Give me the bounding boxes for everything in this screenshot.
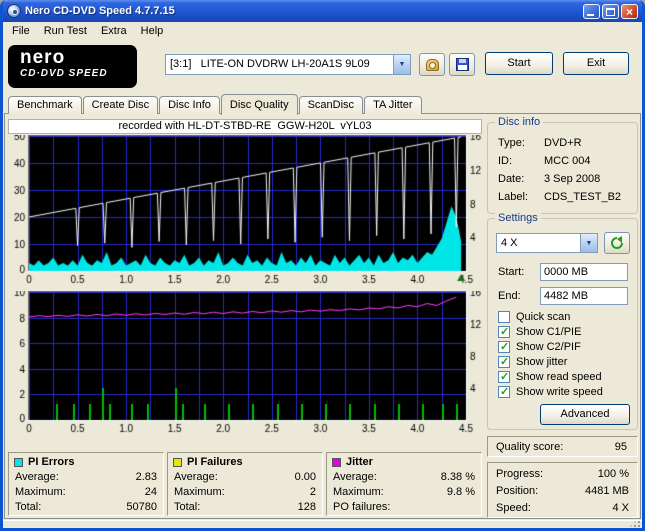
checkbox-quick-scan[interactable]: Quick scan [498,311,633,325]
checkbox-show-c1-pie[interactable]: Show C1/PIE [498,325,633,340]
stat-row: Total: 128 [174,501,316,513]
drive-selector[interactable]: [3:1] LITE-ON DVDRW LH-20A1S 9L09 ▼ [165,54,411,75]
position-row: Position: 4481 MB [496,485,629,497]
resize-grip[interactable] [629,520,642,528]
close-icon: × [625,4,633,19]
checkbox-box[interactable] [498,385,510,398]
menu-bar: File Run Test Extra Help [3,22,642,41]
window-title: Nero CD-DVD Speed 4.7.7.15 [25,5,175,17]
nero-logo-text: nero [20,47,66,68]
stat-row: Total: 50780 [15,501,157,513]
status-bar [3,520,642,528]
save-button[interactable] [449,53,475,76]
refresh-icon [611,236,623,249]
jitter-panel: Jitter Average: 8.38 % Maximum: 9.8 % PO f… [326,452,482,516]
stat-row: Average: 2.83 [15,471,157,483]
pi-errors-panel: PI Errors Average: 2.83 Maximum: 24 Total:… [8,452,164,516]
minimize-icon [587,13,594,16]
tab-ta-jitter[interactable]: TA Jitter [364,96,422,114]
app-icon [7,4,21,18]
cd-dvd-speed-logo-text: CD·DVD SPEED [20,68,108,79]
minimize-button[interactable] [583,3,600,19]
checkbox-box[interactable] [498,325,510,338]
jitter-chart-canvas [6,291,486,436]
stat-row: Average: 8.38 % [333,471,475,483]
disc-quality-panel: recorded with HL-DT-STBD-RE GGW-H20L vYL… [4,113,641,519]
app-window: Nero CD-DVD Speed 4.7.7.15 × File Run Te… [0,0,645,531]
stat-row: Maximum: 2 [174,486,316,498]
menu-item-run-test[interactable]: Run Test [37,23,94,40]
disc-info-row: ID: MCC 004 [498,155,591,167]
disc-info-group: Disc info Type: DVD+R ID: MCC 004 Date: 3 S… [487,116,638,214]
chevron-down-icon[interactable]: ▼ [580,234,597,252]
pi-failures-title: PI Failures [187,456,243,468]
checkbox-box[interactable] [498,311,510,323]
jitter-title: Jitter [346,456,373,468]
scan-speed-value: 4 X [501,237,518,249]
end-field-row: End: [498,287,628,305]
start-field[interactable] [540,263,628,281]
scan-speed-selector[interactable]: 4 X ▼ [496,233,598,253]
hand-icon [426,59,439,71]
start-button[interactable]: Start [485,52,553,75]
refresh-button[interactable] [604,232,630,254]
end-field-label: End: [498,290,521,302]
pi-errors-chart-canvas [6,135,486,287]
end-field[interactable] [540,287,628,305]
quality-score-value: 95 [614,441,627,453]
exit-button[interactable]: Exit [563,52,629,75]
toolbar: nero CD·DVD SPEED [3:1] LITE-ON DVDRW LH… [3,41,642,93]
stat-row: Maximum: 9.8 % [333,486,475,498]
pi-errors-title: PI Errors [28,456,75,468]
chevron-down-icon[interactable]: ▼ [393,55,410,74]
nero-logo: nero CD·DVD SPEED [8,45,137,88]
checkbox-box[interactable] [498,355,510,368]
tab-disc-info[interactable]: Disc Info [159,96,220,114]
maximize-icon [606,7,615,16]
menu-item-help[interactable]: Help [134,23,171,40]
settings-group: Settings 4 X ▼ Start: End: Quick scan Sh… [487,212,638,430]
title-bar: Nero CD-DVD Speed 4.7.7.15 × [3,0,642,22]
disc-info-group-title: Disc info [495,116,544,128]
tab-benchmark[interactable]: Benchmark [8,96,82,114]
quality-score-label: Quality score: [496,441,564,453]
checkbox-show-c2-pif[interactable]: Show C2/PIF [498,340,633,355]
settings-group-title: Settings [495,212,541,224]
disc-info-row: Date: 3 Sep 2008 [498,173,601,185]
progress-row: Progress: 100 % [496,468,629,480]
menu-item-file[interactable]: File [5,23,37,40]
checkbox-show-jitter[interactable]: Show jitter [498,355,633,370]
pi-failures-panel: PI Failures Average: 0.00 Maximum: 2 Total… [167,452,323,516]
stat-row: PO failures: [333,501,391,513]
tab-create-disc[interactable]: Create Disc [82,96,159,114]
checkbox-show-write-speed[interactable]: Show write speed [498,385,633,400]
quality-score-box: Quality score: 95 [487,436,638,457]
menu-item-extra[interactable]: Extra [94,23,134,40]
disc-info-row: Type: DVD+R [498,137,582,149]
tab-scandisc[interactable]: ScanDisc [298,96,364,114]
advanced-button[interactable]: Advanced [540,404,630,425]
checkbox-box[interactable] [498,370,510,383]
stat-row: Maximum: 24 [15,486,157,498]
pi-errors-swatch [14,457,23,467]
disc-info-row: Label: CDS_TEST_B2 [498,191,622,203]
tab-disc-quality[interactable]: Disc Quality [220,94,298,115]
options-button[interactable] [419,53,445,76]
save-icon [456,58,469,71]
speed-row: Speed: 4 X [496,502,629,514]
checkbox-box[interactable] [498,340,510,353]
close-button[interactable]: × [621,3,638,19]
maximize-button[interactable] [602,3,619,19]
checkbox-show-read-speed[interactable]: Show read speed [498,370,633,385]
pi-failures-swatch [173,457,182,467]
recorded-with-label: recorded with HL-DT-STBD-RE GGW-H20L vYL… [8,119,482,134]
drive-selector-value: [3:1] LITE-ON DVDRW LH-20A1S 9L09 [170,58,370,70]
tab-bar: Benchmark Create Disc Disc Info Disc Qua… [8,93,423,115]
jitter-swatch [332,457,341,467]
stat-row: Average: 0.00 [174,471,316,483]
start-field-row: Start: [498,263,628,281]
start-field-label: Start: [498,266,525,278]
progress-box: Progress: 100 % Position: 4481 MB Speed: 4 … [487,462,638,518]
